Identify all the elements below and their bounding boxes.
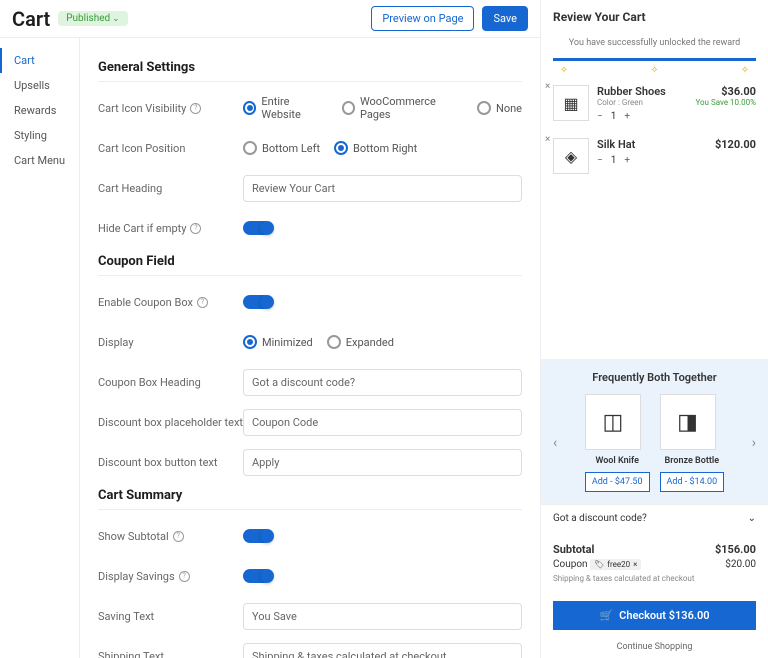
continue-shopping[interactable]: Continue Shopping xyxy=(541,636,768,658)
radio-bottom-right[interactable]: Bottom Right xyxy=(334,141,417,155)
coupon-heading-input[interactable] xyxy=(243,369,522,396)
fbt-thumb: ◨ xyxy=(660,394,716,450)
radio-expanded[interactable]: Expanded xyxy=(327,335,394,349)
qty-minus[interactable]: − xyxy=(597,155,603,166)
carousel-prev[interactable]: ‹ xyxy=(553,435,557,451)
section-general: General Settings xyxy=(98,60,522,82)
cart-heading-input[interactable] xyxy=(243,175,522,202)
sidebar-item-upsells[interactable]: Upsells xyxy=(0,73,79,98)
radio-minimized[interactable]: Minimized xyxy=(243,335,313,349)
reward-message: You have successfully unlocked the rewar… xyxy=(541,34,768,52)
reward-icon: ✧ xyxy=(648,63,662,77)
cart-item: × ▦ Rubber ShoesColor : Green −1+ $36.00… xyxy=(541,77,768,130)
fbt-add-button[interactable]: Add - $47.50 xyxy=(585,472,650,492)
radio-none[interactable]: None xyxy=(477,95,522,121)
help-icon[interactable]: ? xyxy=(197,297,208,308)
fbt-add-button[interactable]: Add - $14.00 xyxy=(660,472,725,492)
qty-plus[interactable]: + xyxy=(624,111,630,122)
reward-icon: ✧ xyxy=(557,63,571,77)
sidebar-item-rewards[interactable]: Rewards xyxy=(0,98,79,123)
help-icon[interactable]: ? xyxy=(190,223,201,234)
checkout-button[interactable]: 🛒Checkout $136.00 xyxy=(553,601,756,630)
page-title: Cart xyxy=(12,7,50,31)
qty-minus[interactable]: − xyxy=(597,111,603,122)
save-button[interactable]: Save xyxy=(482,6,528,31)
qty-plus[interactable]: + xyxy=(624,155,630,166)
product-thumb: ◈ xyxy=(553,138,589,174)
cart-preview-title: Review Your Cart xyxy=(541,0,768,34)
progress-bar xyxy=(553,58,756,61)
section-summary: Cart Summary xyxy=(98,488,522,510)
coupon-tag[interactable]: 🏷 free20 × xyxy=(590,559,641,570)
help-icon[interactable]: ? xyxy=(173,531,184,542)
sidebar-item-styling[interactable]: Styling xyxy=(0,123,79,148)
placeholder-input[interactable] xyxy=(243,409,522,436)
remove-icon[interactable]: × xyxy=(545,134,550,145)
enable-coupon-toggle[interactable] xyxy=(243,295,271,309)
help-icon[interactable]: ? xyxy=(190,103,201,114)
hide-empty-toggle[interactable] xyxy=(243,221,271,235)
discount-toggle[interactable]: Got a discount code?⌄ xyxy=(541,504,768,532)
radio-woo-pages[interactable]: WooCommerce Pages xyxy=(342,95,463,121)
saving-text-input[interactable] xyxy=(243,603,522,630)
radio-bottom-left[interactable]: Bottom Left xyxy=(243,141,320,155)
remove-icon[interactable]: × xyxy=(545,81,550,92)
chevron-down-icon: ⌄ xyxy=(112,14,120,24)
carousel-next[interactable]: › xyxy=(752,435,756,451)
fbt-thumb: ◫ xyxy=(585,394,641,450)
sidebar-item-cartmenu[interactable]: Cart Menu xyxy=(0,148,79,173)
cart-icon: 🛒 xyxy=(599,609,613,622)
help-icon[interactable]: ? xyxy=(179,571,190,582)
section-coupon: Coupon Field xyxy=(98,254,522,276)
sidebar-item-cart[interactable]: Cart xyxy=(0,48,79,73)
reward-icon: ✧ xyxy=(738,63,752,77)
chevron-down-icon: ⌄ xyxy=(748,513,756,524)
shipping-text-input[interactable] xyxy=(243,643,522,658)
savings-toggle[interactable] xyxy=(243,569,271,583)
cart-item: × ◈ Silk Hat −1+ $120.00 xyxy=(541,130,768,182)
published-badge[interactable]: Published⌄ xyxy=(58,11,127,26)
show-subtotal-toggle[interactable] xyxy=(243,529,271,543)
preview-button[interactable]: Preview on Page xyxy=(371,6,474,31)
radio-entire-website[interactable]: Entire Website xyxy=(243,95,328,121)
fbt-title: Frequently Both Together xyxy=(553,371,756,384)
button-text-input[interactable] xyxy=(243,449,522,476)
product-thumb: ▦ xyxy=(553,85,589,121)
